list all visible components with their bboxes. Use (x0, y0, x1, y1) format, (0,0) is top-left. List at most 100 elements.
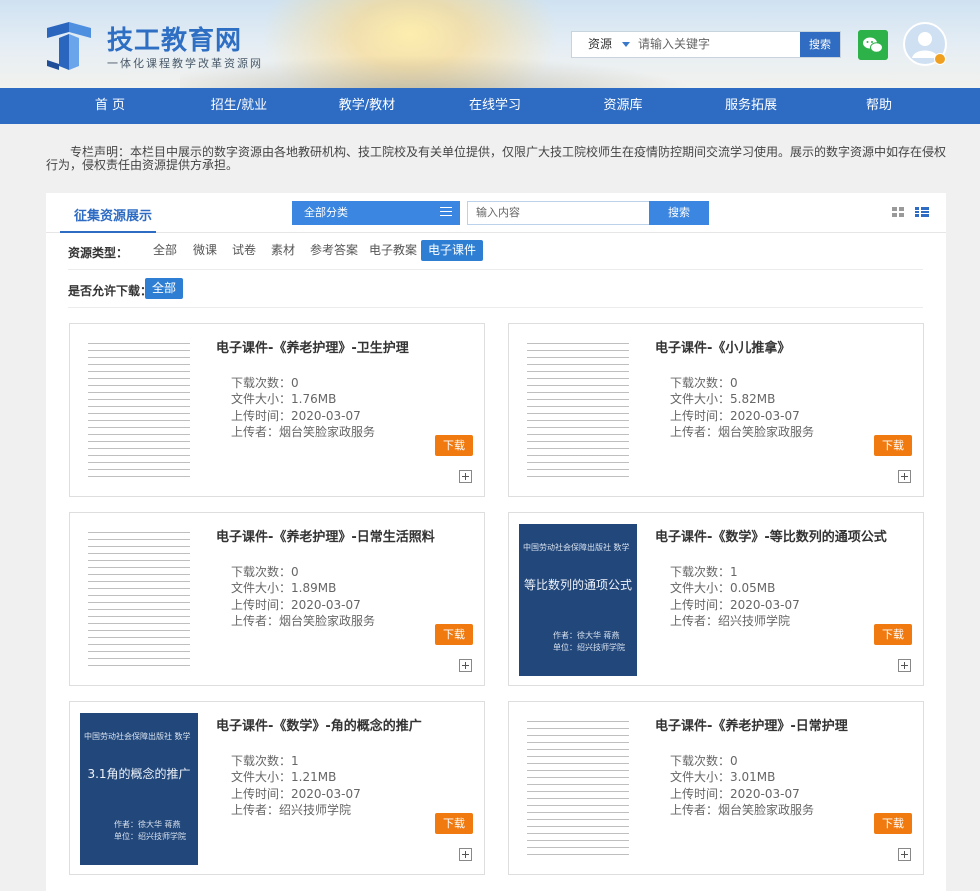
document-thumbnail[interactable] (519, 713, 637, 865)
document-lines (88, 532, 190, 668)
list-icon (440, 207, 452, 218)
vip-badge-icon (934, 53, 946, 65)
meta-value: 1.89MB (291, 581, 336, 595)
meta-label: 文件大小： (670, 770, 730, 784)
type-tag-lesson-plan[interactable]: 电子教案 (362, 240, 424, 261)
meta-label: 文件大小： (670, 581, 730, 595)
meta-value: 烟台笑脸家政服务 (279, 425, 375, 439)
document-lines (88, 343, 190, 479)
panel-search-button[interactable]: 搜索 (649, 201, 709, 225)
meta-label: 上传者： (670, 425, 718, 439)
card-title[interactable]: 电子课件-《小儿推拿》 (655, 337, 790, 356)
type-tag-material[interactable]: 素材 (264, 240, 302, 261)
meta-label: 下载次数： (670, 376, 730, 390)
nav-item-online-learning[interactable]: 在线学习 (469, 88, 521, 124)
resource-card[interactable]: 电子课件-《养老护理》-日常护理下载次数：0文件大小：3.01MB上传时间：20… (508, 701, 924, 875)
category-select[interactable]: 全部分类 (292, 201, 460, 225)
download-button[interactable]: 下载 (435, 624, 473, 645)
meta-value: 烟台笑脸家政服务 (718, 803, 814, 817)
list-view-icon[interactable] (915, 207, 929, 217)
download-button[interactable]: 下载 (874, 435, 912, 456)
category-select-label: 全部分类 (304, 206, 348, 219)
nav-item-help[interactable]: 帮助 (866, 88, 892, 124)
courseware-thumbnail[interactable]: 中国劳动社会保障出版社 数学（第六版）下册 等比数列的通项公式 作者：徐大华 蒋… (519, 524, 637, 676)
global-search: 资源 请输入关键字 搜索 (571, 31, 841, 58)
meta-label: 上传时间： (670, 787, 730, 801)
card-title[interactable]: 电子课件-《养老护理》-日常护理 (655, 715, 848, 734)
grid-view-icon[interactable] (892, 207, 904, 217)
user-avatar[interactable] (903, 22, 947, 66)
meta-label: 上传者： (670, 803, 718, 817)
panel-search-input[interactable]: 输入内容 (467, 201, 650, 225)
type-tag-all[interactable]: 全部 (146, 240, 184, 261)
meta-label: 上传时间： (231, 598, 291, 612)
plus-square-icon[interactable] (459, 848, 472, 861)
column-notice: 专栏声明：本栏目中展示的数字资源由各地教研机构、技工院校及有关单位提供，仅限广大… (46, 146, 951, 172)
card-meta-downloads: 下载次数：0 (670, 752, 738, 769)
meta-value: 2020-03-07 (730, 787, 800, 801)
resource-card[interactable]: 电子课件-《小儿推拿》下载次数：0文件大小：5.82MB上传时间：2020-03… (508, 323, 924, 497)
card-title[interactable]: 电子课件-《养老护理》-卫生护理 (216, 337, 409, 356)
document-lines (527, 343, 629, 479)
document-thumbnail[interactable] (519, 335, 637, 487)
plus-square-icon[interactable] (898, 848, 911, 861)
resource-card[interactable]: 电子课件-《养老护理》-卫生护理下载次数：0文件大小：1.76MB上传时间：20… (69, 323, 485, 497)
card-meta-uploader: 上传者：烟台笑脸家政服务 (231, 612, 375, 629)
nav-item-teaching[interactable]: 教学/教材 (339, 88, 395, 124)
type-tag-exam[interactable]: 试卷 (225, 240, 263, 261)
site-logo-icon[interactable] (45, 20, 93, 72)
meta-label: 上传者： (231, 803, 279, 817)
plus-square-icon[interactable] (898, 470, 911, 483)
thumb-footer: 作者：徐大华 蒋燕 单位：绍兴技师学院 (114, 819, 194, 843)
plus-square-icon[interactable] (459, 470, 472, 483)
site-header: 技工教育网 一体化课程教学改革资源网 资源 请输入关键字 搜索 (0, 0, 980, 88)
plus-square-icon[interactable] (898, 659, 911, 672)
meta-value: 0 (730, 754, 738, 768)
meta-value: 2020-03-07 (730, 598, 800, 612)
card-meta-uploader: 上传者：烟台笑脸家政服务 (670, 423, 814, 440)
site-title[interactable]: 技工教育网 (107, 20, 242, 57)
card-title[interactable]: 电子课件-《养老护理》-日常生活照料 (216, 526, 435, 545)
search-input[interactable]: 请输入关键字 (632, 32, 800, 57)
download-tag-all[interactable]: 全部 (145, 278, 183, 299)
type-tag-courseware[interactable]: 电子课件 (421, 240, 483, 261)
meta-value: 0 (291, 565, 299, 579)
type-tag-microlesson[interactable]: 微课 (186, 240, 224, 261)
site-subtitle: 一体化课程教学改革资源网 (107, 55, 263, 71)
nav-item-home[interactable]: 首 页 (95, 88, 125, 124)
document-thumbnail[interactable] (80, 335, 198, 487)
resource-card[interactable]: 中国劳动社会保障出版社 数学（第六版）上册 3.1角的概念的推广 作者：徐大华 … (69, 701, 485, 875)
card-title[interactable]: 电子课件-《数学》-角的概念的推广 (216, 715, 422, 734)
resource-type-filter: 资源类型： 全部 微课 试卷 素材 参考答案 电子教案 电子课件 (68, 244, 923, 260)
type-tag-answers[interactable]: 参考答案 (303, 240, 365, 261)
download-button[interactable]: 下载 (435, 813, 473, 834)
thumb-main-title: 等比数列的通项公式 (523, 576, 633, 593)
download-filter-label: 是否允许下载： (68, 282, 152, 299)
card-meta-uploaded: 上传时间：2020-03-07 (231, 407, 361, 424)
plus-square-icon[interactable] (459, 659, 472, 672)
download-button[interactable]: 下载 (874, 813, 912, 834)
search-button[interactable]: 搜索 (800, 32, 840, 57)
meta-value: 0 (291, 376, 299, 390)
search-type-select[interactable]: 资源 (572, 32, 632, 57)
meta-label: 下载次数： (670, 754, 730, 768)
card-meta-uploaded: 上传时间：2020-03-07 (670, 407, 800, 424)
card-meta-uploader: 上传者：烟台笑脸家政服务 (231, 423, 375, 440)
meta-label: 上传时间： (670, 598, 730, 612)
wechat-icon[interactable] (858, 30, 888, 60)
card-title[interactable]: 电子课件-《数学》-等比数列的通项公式 (655, 526, 887, 545)
resource-card[interactable]: 电子课件-《养老护理》-日常生活照料下载次数：0文件大小：1.89MB上传时间：… (69, 512, 485, 686)
panel-title[interactable]: 征集资源展示 (74, 205, 152, 224)
document-thumbnail[interactable] (80, 524, 198, 676)
download-button[interactable]: 下载 (874, 624, 912, 645)
meta-label: 下载次数： (231, 565, 291, 579)
nav-item-services[interactable]: 服务拓展 (725, 88, 777, 124)
download-button[interactable]: 下载 (435, 435, 473, 456)
meta-value: 2020-03-07 (291, 598, 361, 612)
nav-item-admission[interactable]: 招生/就业 (211, 88, 267, 124)
card-meta-uploader: 上传者：绍兴技师学院 (231, 801, 351, 818)
courseware-thumbnail[interactable]: 中国劳动社会保障出版社 数学（第六版）上册 3.1角的概念的推广 作者：徐大华 … (80, 713, 198, 865)
resource-card[interactable]: 中国劳动社会保障出版社 数学（第六版）下册 等比数列的通项公式 作者：徐大华 蒋… (508, 512, 924, 686)
thumb-footer: 作者：徐大华 蒋燕 单位：绍兴技师学院 (553, 630, 633, 654)
nav-item-resources[interactable]: 资源库 (603, 88, 642, 124)
